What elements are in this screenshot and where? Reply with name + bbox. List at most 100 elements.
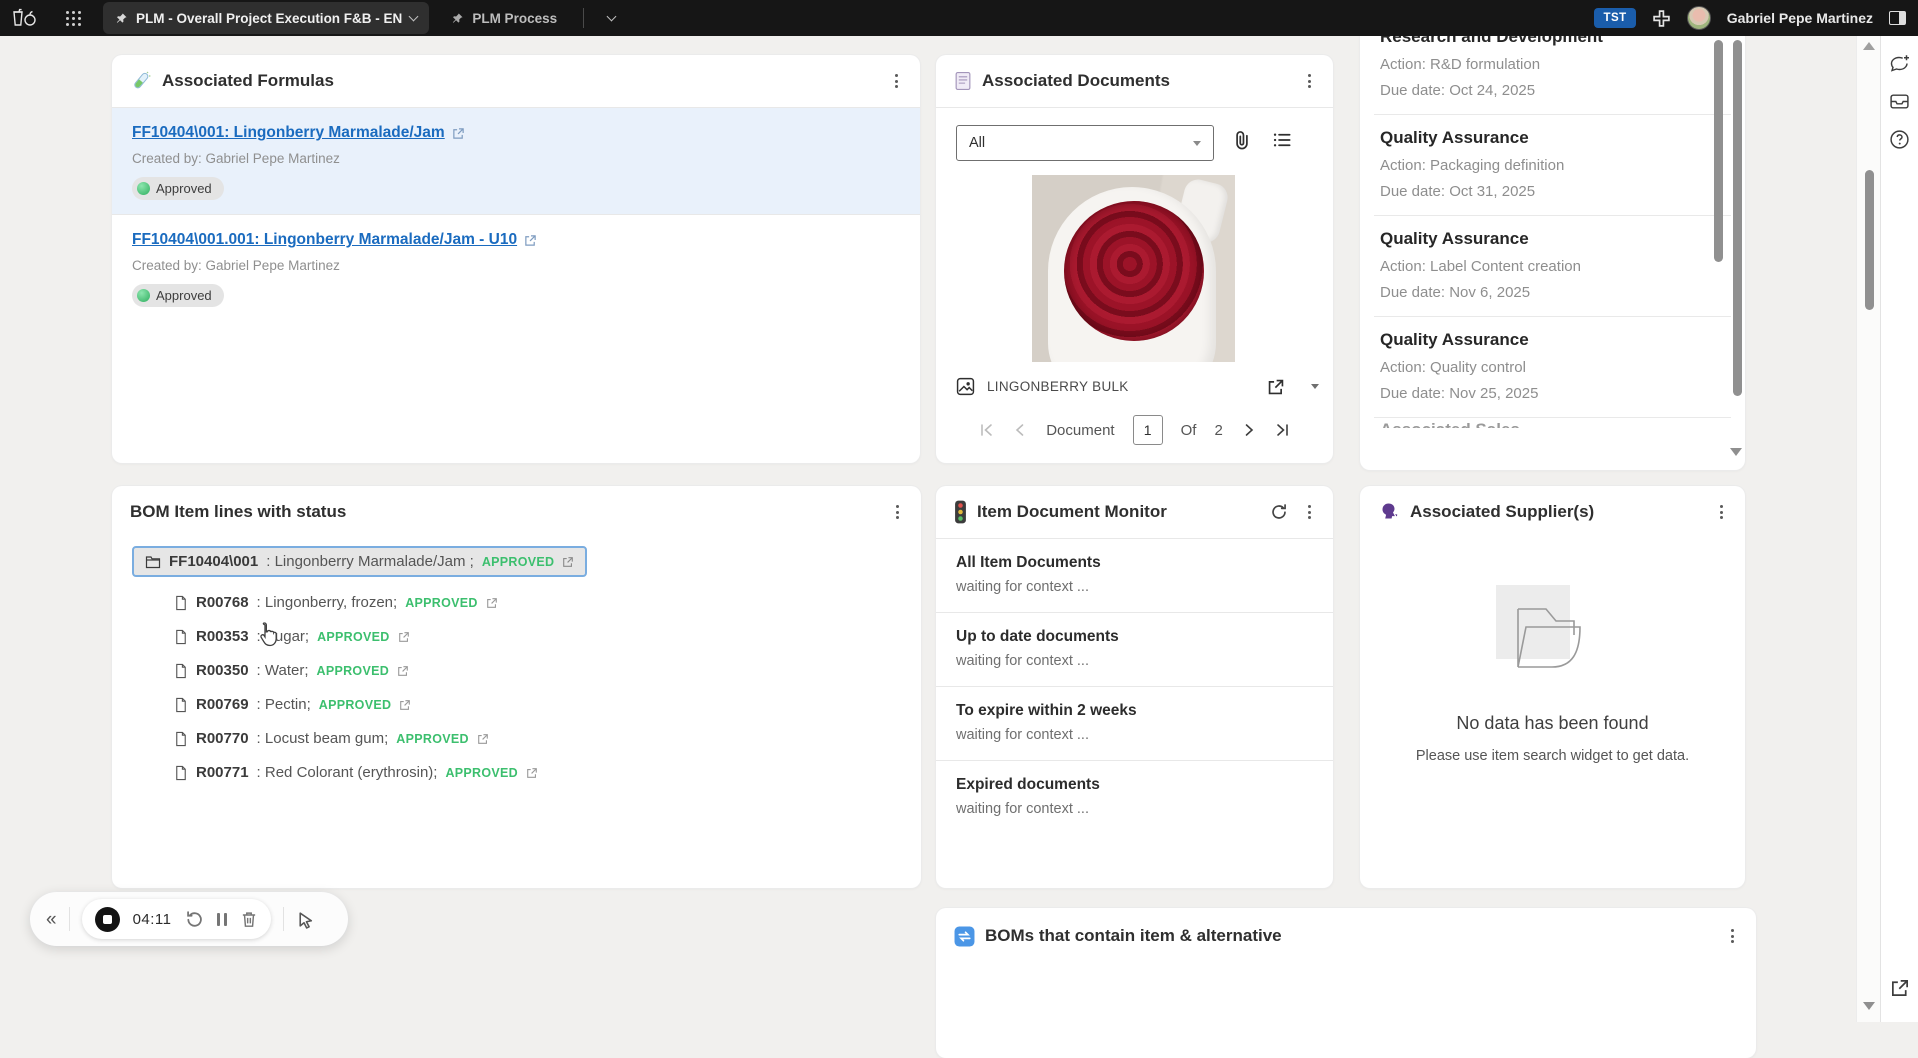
formula-link[interactable]: FF10404\001.001: Lingonberry Marmalade/J… (132, 231, 517, 249)
side-panel-toggle-icon[interactable] (1889, 11, 1906, 25)
file-icon (174, 765, 188, 781)
app-launcher-grid-icon[interactable] (66, 11, 81, 26)
list-view-icon[interactable] (1272, 130, 1292, 150)
caption-dropdown-chevron-icon[interactable] (1311, 384, 1319, 389)
user-name: Gabriel Pepe Martinez (1727, 10, 1873, 26)
task-due-date: Due date: Oct 24, 2025 (1380, 82, 1711, 99)
pager-label: Document (1046, 422, 1114, 439)
clipped-next-row: Associated Sales (1360, 418, 1745, 428)
bom-root-row[interactable]: FF10404\001 : Lingonberry Marmalade/Jam … (132, 546, 587, 577)
bom-item-row[interactable]: R00769 : Pectin; APPROVED (174, 696, 921, 713)
column-scrollbar-thumb[interactable] (1733, 40, 1742, 396)
tabs-overflow-chevron-icon[interactable] (607, 12, 617, 22)
page-scrollbar-thumb[interactable] (1865, 170, 1874, 310)
add-plus-icon[interactable] (1652, 9, 1671, 28)
stop-recording-button[interactable] (95, 907, 120, 932)
approved-status: APPROVED (319, 698, 392, 712)
divider (69, 907, 70, 931)
tab-plm-process[interactable]: PLM Process (451, 11, 557, 26)
approved-status: APPROVED (405, 596, 478, 610)
right-utility-strip (1880, 36, 1918, 1022)
previous-page-icon[interactable] (1012, 422, 1028, 438)
food-beverage-app-icon[interactable] (10, 8, 40, 28)
external-link-icon[interactable] (524, 234, 537, 247)
help-icon[interactable] (1889, 129, 1910, 150)
external-link-icon[interactable] (477, 733, 489, 745)
monitor-row[interactable]: Expired documents waiting for context ..… (936, 761, 1333, 834)
next-page-icon[interactable] (1241, 422, 1257, 438)
task-action: Action: Packaging definition (1380, 157, 1711, 174)
user-avatar[interactable] (1687, 6, 1711, 30)
restart-recording-icon[interactable] (185, 910, 204, 929)
formula-link[interactable]: FF10404\001: Lingonberry Marmalade/Jam (132, 124, 445, 142)
external-link-icon[interactable] (452, 127, 465, 140)
external-link-icon[interactable] (562, 556, 574, 568)
open-external-link-icon[interactable] (1890, 978, 1910, 998)
external-link-icon[interactable] (486, 597, 498, 609)
pointer-tool-icon[interactable] (296, 910, 315, 929)
kebab-menu-icon[interactable] (1304, 70, 1315, 92)
external-link-icon[interactable] (399, 699, 411, 711)
tab-plm-overall-project[interactable]: PLM - Overall Project Execution F&B - EN (103, 2, 429, 34)
task-row[interactable]: Quality Assurance Action: Packaging defi… (1360, 115, 1745, 215)
associated-documents-card: Associated Documents All LINGONBERRY BUL… (936, 55, 1333, 463)
paperclip-attach-icon[interactable] (1232, 129, 1252, 151)
monitor-row[interactable]: All Item Documents waiting for context .… (936, 539, 1333, 612)
file-icon (174, 697, 188, 713)
kebab-menu-icon[interactable] (891, 70, 902, 92)
kebab-menu-icon[interactable] (1716, 501, 1727, 523)
pager-of-label: Of (1181, 422, 1197, 439)
task-row[interactable]: Quality Assurance Action: Label Content … (1360, 216, 1745, 316)
formula-row[interactable]: FF10404\001: Lingonberry Marmalade/Jam C… (112, 108, 920, 214)
page-scrollbar[interactable] (1856, 36, 1880, 1022)
bom-item-row[interactable]: R00350 : Water; APPROVED (174, 662, 921, 679)
pause-recording-icon[interactable] (217, 913, 227, 926)
screen-recorder-toolbar: « 04:11 (30, 892, 348, 946)
image-file-icon (956, 377, 975, 396)
pin-icon (115, 12, 128, 25)
document-filter-select[interactable]: All (956, 125, 1214, 161)
bom-item-row[interactable]: R00771 : Red Colorant (erythrosin); APPR… (174, 764, 921, 781)
scroll-up-arrow-icon[interactable] (1863, 42, 1875, 50)
external-link-icon[interactable] (397, 665, 409, 677)
task-due-date: Due date: Nov 6, 2025 (1380, 284, 1711, 301)
bom-item-row[interactable]: R00770 : Locust beam gum; APPROVED (174, 730, 921, 747)
new-chat-icon[interactable] (1889, 54, 1911, 74)
first-page-icon[interactable] (978, 422, 994, 438)
document-preview-image[interactable] (1032, 175, 1235, 362)
task-due-date: Due date: Oct 31, 2025 (1380, 183, 1711, 200)
document-pager: Document Of 2 (936, 415, 1333, 445)
scroll-down-arrow-icon[interactable] (1730, 448, 1742, 456)
card-title: BOMs that contain item & alternative (985, 926, 1282, 946)
inbox-tray-icon[interactable] (1889, 92, 1910, 111)
page-number-input[interactable] (1133, 415, 1163, 445)
last-page-icon[interactable] (1275, 422, 1291, 438)
file-icon (174, 629, 188, 645)
delete-recording-icon[interactable] (240, 910, 258, 929)
created-by-label: Created by: Gabriel Pepe Martinez (132, 258, 900, 273)
formula-testtube-icon (130, 70, 152, 92)
bom-item-row[interactable]: R00768 : Lingonberry, frozen; APPROVED (174, 594, 921, 611)
monitor-row[interactable]: To expire within 2 weeks waiting for con… (936, 687, 1333, 760)
status-dot-icon (137, 182, 150, 195)
kebab-menu-icon[interactable] (892, 501, 903, 523)
approved-status: APPROVED (317, 664, 390, 678)
bom-item-lines-card: BOM Item lines with status FF10404\001 :… (112, 486, 921, 888)
divider (936, 107, 1333, 108)
kebab-menu-icon[interactable] (1304, 501, 1315, 523)
approved-status: APPROVED (445, 766, 518, 780)
task-row[interactable]: Quality Assurance Action: Quality contro… (1360, 317, 1745, 417)
kebab-menu-icon[interactable] (1727, 925, 1738, 947)
monitor-row[interactable]: Up to date documents waiting for context… (936, 613, 1333, 686)
refresh-icon[interactable] (1270, 503, 1288, 521)
empty-state-title: No data has been found (1456, 713, 1648, 734)
scroll-down-arrow-icon[interactable] (1863, 1002, 1875, 1010)
tasks-scrollbar-thumb[interactable] (1714, 40, 1723, 262)
open-external-link-icon[interactable] (1267, 378, 1285, 396)
formula-row[interactable]: FF10404\001.001: Lingonberry Marmalade/J… (112, 215, 920, 321)
bom-item-row[interactable]: R00353 : Sugar; APPROVED (174, 628, 921, 645)
external-link-icon[interactable] (398, 631, 410, 643)
collapse-chevrons-icon[interactable]: « (46, 910, 57, 929)
external-link-icon[interactable] (526, 767, 538, 779)
file-icon (174, 731, 188, 747)
